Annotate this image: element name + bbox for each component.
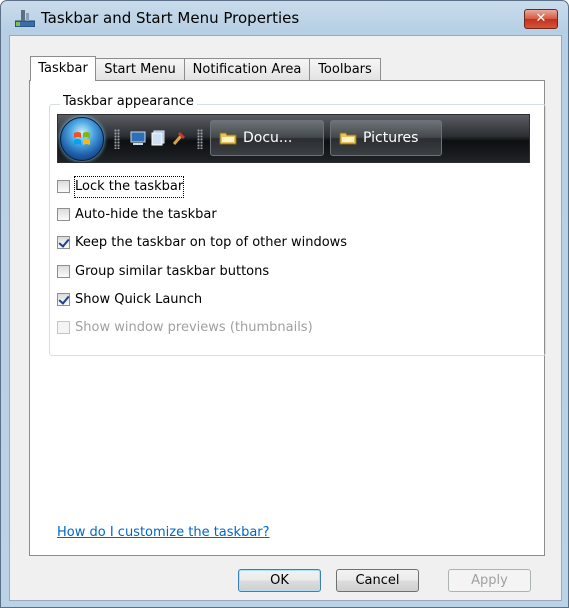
taskbar-button-pictures[interactable]: Pictures: [330, 120, 442, 156]
checkbox-label[interactable]: Keep the taskbar on top of other windows: [75, 233, 347, 253]
dialog-client-area: Taskbar Start Menu Notification Area Too…: [9, 35, 562, 601]
cancel-button[interactable]: Cancel: [336, 569, 419, 592]
taskbar-preview: Docu... Pictures: [57, 114, 530, 163]
checkbox-box[interactable]: [57, 293, 70, 306]
tab-taskbar[interactable]: Taskbar: [30, 56, 96, 81]
help-link[interactable]: How do I customize the taskbar?: [57, 525, 270, 540]
tab-toolbars[interactable]: Toolbars: [309, 58, 381, 80]
folder-icon: [219, 132, 237, 145]
show-desktop-icon[interactable]: [130, 130, 146, 146]
windows-flag-icon: [74, 132, 90, 145]
checkbox-label[interactable]: Auto-hide the taskbar: [75, 205, 217, 225]
taskbar-button-label: Pictures: [363, 130, 419, 146]
checkbox-box[interactable]: [57, 180, 70, 193]
checkbox-label[interactable]: Lock the taskbar: [73, 176, 185, 198]
checkbox-label[interactable]: Group similar taskbar buttons: [75, 262, 269, 282]
start-orb-icon: [60, 117, 104, 161]
title-bar[interactable]: Taskbar and Start Menu Properties ✕: [1, 1, 568, 35]
checkbox-label: Show window previews (thumbnails): [75, 320, 313, 335]
checkbox-label[interactable]: Show Quick Launch: [75, 290, 202, 310]
taskbar-button-documents[interactable]: Docu...: [210, 120, 324, 156]
folder-icon: [339, 132, 357, 145]
checkbox-box[interactable]: [57, 236, 70, 249]
tab-notification-area[interactable]: Notification Area: [184, 58, 310, 80]
toolbar-grip-icon[interactable]: [197, 129, 203, 149]
taskbar-tab-panel: Taskbar appearance Docu... Pictures Lock…: [29, 80, 546, 556]
checkbox-box: [57, 321, 70, 334]
tools-icon[interactable]: [171, 130, 187, 146]
switch-windows-icon[interactable]: [150, 130, 166, 146]
tab-start-menu[interactable]: Start Menu: [95, 58, 185, 80]
toolbar-grip-icon[interactable]: [114, 129, 120, 149]
checkbox-box[interactable]: [57, 208, 70, 221]
ok-button[interactable]: OK: [238, 569, 321, 592]
group-label: Taskbar appearance: [60, 94, 197, 109]
dialog-window: Taskbar and Start Menu Properties ✕ Task…: [0, 0, 569, 608]
apply-button: Apply: [448, 569, 531, 592]
taskbar-app-icon: [15, 10, 35, 27]
close-button[interactable]: ✕: [524, 9, 558, 29]
taskbar-button-label: Docu...: [243, 130, 293, 146]
checkbox-box[interactable]: [57, 265, 70, 278]
window-title: Taskbar and Start Menu Properties: [41, 9, 300, 27]
